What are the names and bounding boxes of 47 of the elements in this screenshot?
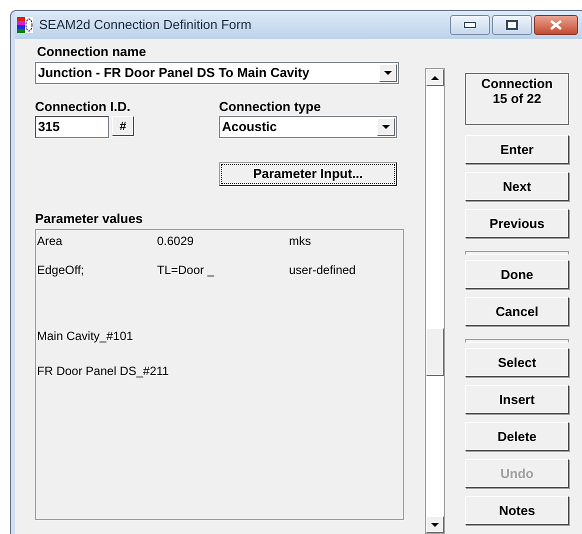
close-button[interactable]	[534, 15, 578, 35]
caret-icon	[382, 125, 390, 129]
connection-id-field[interactable]: 315	[35, 116, 109, 138]
table-cell-text: mks	[289, 233, 312, 250]
connection-type-dropdown[interactable]: Acoustic	[219, 116, 397, 138]
action-button[interactable]: Select	[465, 348, 569, 377]
action-button[interactable]: Delete	[465, 422, 569, 451]
connection-counter: Connection 15 of 22	[481, 76, 553, 108]
down-arrow-icon	[431, 522, 439, 526]
section-label: Parameter values	[35, 210, 144, 227]
action-button[interactable]: Next	[465, 172, 569, 201]
field-label: Connection name	[37, 43, 148, 60]
action-button[interactable]: Enter	[465, 135, 569, 164]
minimize-button[interactable]	[450, 15, 490, 35]
action-button[interactable]: Insert	[465, 385, 569, 414]
table-cell-text: 0.6029	[157, 233, 195, 250]
action-button[interactable]: Done	[465, 260, 569, 289]
number-button[interactable]: #	[112, 116, 134, 136]
dropdown-arrow-button[interactable]	[379, 64, 397, 82]
table-cell-text: Area	[37, 233, 64, 250]
scrollbar[interactable]	[425, 68, 445, 534]
scroll-down-button[interactable]	[426, 516, 444, 533]
restore-icon	[506, 20, 518, 30]
up-arrow-icon	[431, 76, 439, 80]
parameter-input-button[interactable]: Parameter Input...	[219, 162, 397, 186]
window-title: SEAM2d Connection Definition Form	[39, 16, 252, 34]
list-item[interactable]: Main Cavity_#101	[37, 329, 134, 343]
connection-name-dropdown[interactable]: Junction - FR Door Panel DS To Main Cavity	[35, 62, 399, 84]
dropdown-value: Acoustic	[221, 118, 278, 136]
table-cell-text: user-defined	[289, 262, 357, 279]
minimize-icon	[464, 22, 476, 28]
action-button[interactable]: Previous	[465, 209, 569, 238]
table-cell-text: EdgeOff;	[37, 262, 86, 279]
dropdown-value: Junction - FR Door Panel DS To Main Cavity	[37, 64, 310, 82]
table-cell-text: TL=Door _	[157, 262, 216, 279]
close-icon	[550, 20, 562, 30]
scroll-thumb[interactable]	[426, 328, 444, 376]
field-label: Connection type	[219, 98, 322, 115]
action-button[interactable]: Cancel	[465, 297, 569, 326]
app-icon	[17, 17, 33, 33]
list-item[interactable]: FR Door Panel DS_#211	[37, 364, 169, 378]
action-button[interactable]: Notes	[465, 496, 569, 525]
field-label: Connection I.D.	[35, 98, 132, 115]
scroll-up-button[interactable]	[426, 69, 444, 86]
dropdown-arrow-button[interactable]	[377, 118, 395, 136]
caret-icon	[384, 71, 392, 75]
maximize-button[interactable]	[492, 15, 532, 35]
